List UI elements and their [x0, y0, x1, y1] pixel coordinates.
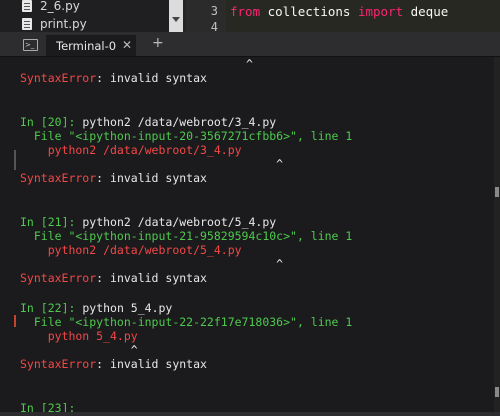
- command-text: python2 /data/webroot/5_4.py: [82, 215, 277, 229]
- scroll-down-icon[interactable]: [172, 17, 180, 22]
- prompt-number: 21: [47, 215, 62, 229]
- prompt-suffix: ]:: [61, 215, 83, 229]
- traceback-source-line: python2 /data/webroot/3_4.py: [20, 143, 242, 157]
- error-line: SyntaxError: invalid syntax: [20, 271, 207, 285]
- error-type: SyntaxError: [20, 271, 97, 285]
- prompt-prefix: In [: [20, 301, 48, 315]
- error-message: : invalid syntax: [96, 71, 207, 85]
- tab-terminal-0[interactable]: Terminal-0 ✕: [46, 35, 136, 56]
- error-caret: ^: [20, 343, 138, 357]
- error-line: SyntaxError: invalid syntax: [20, 171, 207, 185]
- add-tab-icon[interactable]: +: [152, 35, 164, 51]
- terminal-scrollbar[interactable]: [494, 57, 500, 416]
- command-text: python 5_4.py: [82, 301, 173, 315]
- error-message: : invalid syntax: [96, 171, 207, 185]
- prompt-number: 20: [47, 115, 62, 129]
- prompt-suffix: ]:: [61, 115, 83, 129]
- error-message: : invalid syntax: [96, 357, 207, 371]
- terminal-output[interactable]: ^ SyntaxError: invalid syntax In [20]: p…: [0, 57, 500, 416]
- input-prompt-line: In [20]: python2 /data/webroot/3_4.py: [20, 115, 276, 129]
- traceback-file-line: File "<ipython-input-21-95829594c10c>", …: [20, 229, 353, 243]
- line-gutter: 3 4: [186, 0, 226, 32]
- keyword-token: import: [357, 4, 404, 19]
- traceback-file-line: File "<ipython-input-20-3567271cfbb6>", …: [20, 129, 353, 143]
- error-caret: ^: [246, 57, 253, 71]
- error-line: SyntaxError: invalid syntax: [20, 357, 207, 371]
- error-caret: ^: [20, 257, 284, 271]
- file-tree: 2_6.py print.py: [0, 0, 170, 32]
- traceback-file-line: File "<ipython-input-22-22f17e718036>", …: [20, 315, 353, 329]
- module-token: collections: [260, 4, 358, 19]
- code-editor[interactable]: 3 4 from collections import deque: [186, 0, 500, 32]
- terminal-tab-bar: >_ Terminal-0 ✕ +: [0, 32, 500, 57]
- prompt-prefix: In [: [20, 215, 48, 229]
- status-bar: [0, 412, 500, 416]
- prompt-suffix: ]:: [61, 301, 83, 315]
- code-line: from collections import deque: [230, 4, 448, 19]
- top-strip: 2_6.py print.py 3 4 from collections imp…: [0, 0, 500, 32]
- error-marker: [14, 315, 16, 327]
- prompt-prefix: In [: [20, 115, 48, 129]
- name-token: deque: [403, 4, 449, 19]
- error-line: SyntaxError: invalid syntax: [20, 71, 207, 85]
- file-tree-scrollbar[interactable]: [169, 0, 183, 32]
- error-type: SyntaxError: [20, 71, 97, 85]
- tree-item-print[interactable]: print.py: [22, 16, 87, 32]
- close-icon[interactable]: ✕: [122, 38, 132, 52]
- line-number: 4: [210, 20, 218, 32]
- traceback-source-line: python2 /data/webroot/5_4.py: [20, 243, 242, 257]
- traceback-source-line: python 5_4.py: [20, 329, 138, 343]
- tab-label: Terminal-0: [56, 39, 117, 53]
- terminal-icon[interactable]: >_: [23, 39, 38, 51]
- scroll-marker: [495, 387, 499, 397]
- python-file-icon: [22, 0, 32, 12]
- keyword-token: from: [230, 4, 261, 19]
- tree-item-label: print.py: [40, 17, 87, 31]
- command-text: python2 /data/webroot/3_4.py: [82, 115, 277, 129]
- error-type: SyntaxError: [20, 171, 97, 185]
- error-message: : invalid syntax: [96, 271, 207, 285]
- line-number: 3: [210, 4, 218, 18]
- scroll-marker: [495, 187, 499, 197]
- scroll-marker: [14, 150, 16, 170]
- prompt-number: 22: [47, 301, 62, 315]
- tree-item-label: 2_6.py: [40, 0, 80, 13]
- tree-item-2_6[interactable]: 2_6.py: [22, 0, 80, 14]
- input-prompt-line: In [21]: python2 /data/webroot/5_4.py: [20, 215, 276, 229]
- error-type: SyntaxError: [20, 357, 97, 371]
- input-prompt-line: In [22]: python 5_4.py: [20, 301, 172, 315]
- python-file-icon: [22, 18, 32, 30]
- error-caret: ^: [20, 157, 284, 171]
